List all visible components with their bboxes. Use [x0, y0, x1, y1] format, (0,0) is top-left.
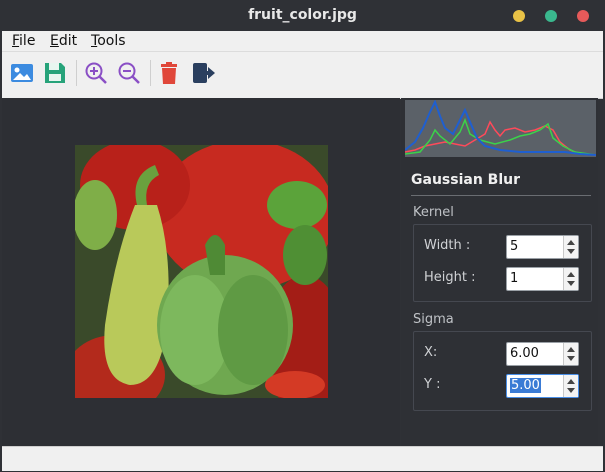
menu-file[interactable]: File: [12, 33, 35, 49]
minimize-button[interactable]: [513, 10, 525, 22]
save-button[interactable]: [42, 60, 68, 86]
kernel-height-spinbox[interactable]: 1: [506, 267, 579, 291]
delete-icon: [161, 62, 177, 84]
spin-down-icon[interactable]: [567, 388, 575, 393]
sigma-y-value: 5.00: [510, 378, 541, 393]
zoom-in-icon: [85, 62, 107, 84]
menu-bar: File Edit Tools: [2, 31, 603, 51]
peppers-photo: [75, 145, 328, 398]
spin-up-icon[interactable]: [567, 347, 575, 352]
menu-file-label: ile: [19, 33, 36, 49]
save-icon: [45, 63, 65, 83]
sigma-x-spinbox[interactable]: 6.00: [506, 342, 579, 366]
image-editor-window: fruit_color.jpg File Edit Tools Gaussian…: [0, 0, 605, 472]
maximize-button[interactable]: [545, 10, 557, 22]
close-button[interactable]: [577, 10, 589, 22]
menu-tools[interactable]: Tools: [91, 33, 126, 49]
sigma-x-value: 6.00: [510, 346, 539, 361]
spin-up-icon[interactable]: [567, 379, 575, 384]
open-image-button[interactable]: [9, 60, 35, 86]
spin-arrows[interactable]: [563, 375, 578, 397]
sigma-group: X: 6.00 Y : 5.00: [413, 331, 592, 411]
menu-edit-mnemonic: E: [50, 33, 59, 49]
image-viewport[interactable]: [2, 98, 400, 446]
filter-side-panel: Gaussian Blur Kernel Width : 5 Height : …: [401, 98, 598, 446]
sigma-y-label: Y :: [424, 377, 441, 392]
toolbar-separator: [76, 60, 77, 86]
spin-arrows[interactable]: [563, 236, 578, 258]
spin-down-icon[interactable]: [567, 281, 575, 286]
panel-divider: [411, 195, 591, 196]
spin-down-icon[interactable]: [567, 249, 575, 254]
kernel-height-value: 1: [510, 271, 519, 286]
kernel-width-label: Width :: [424, 238, 471, 253]
kernel-width-value: 5: [510, 239, 519, 254]
title-bar: fruit_color.jpg: [0, 0, 605, 31]
sigma-y-spinbox[interactable]: 5.00: [506, 374, 579, 398]
open-image-icon: [11, 64, 33, 82]
menu-edit-label: dit: [58, 33, 78, 49]
spin-down-icon[interactable]: [567, 356, 575, 361]
menu-edit[interactable]: Edit: [50, 33, 77, 49]
histogram-chart: [405, 100, 596, 157]
kernel-width-spinbox[interactable]: 5: [506, 235, 579, 259]
sigma-group-label: Sigma: [413, 312, 454, 327]
kernel-group-label: Kernel: [413, 205, 454, 220]
spin-up-icon[interactable]: [567, 272, 575, 277]
zoom-out-button[interactable]: [116, 60, 142, 86]
spin-up-icon[interactable]: [567, 240, 575, 245]
exit-button[interactable]: [190, 60, 216, 86]
kernel-height-label: Height :: [424, 270, 476, 285]
menu-tools-label: ools: [97, 33, 126, 49]
spin-arrows[interactable]: [563, 343, 578, 365]
delete-button[interactable]: [156, 60, 182, 86]
kernel-group: Width : 5 Height : 1: [413, 224, 592, 302]
exit-icon: [193, 63, 215, 83]
toolbar: [2, 51, 603, 99]
panel-title: Gaussian Blur: [411, 172, 520, 188]
toolbar-separator: [150, 60, 151, 86]
zoom-in-button[interactable]: [83, 60, 109, 86]
sigma-x-label: X:: [424, 345, 438, 360]
menu-file-mnemonic: F: [12, 33, 20, 49]
status-bar: [2, 446, 603, 471]
zoom-out-icon: [118, 62, 140, 84]
spin-arrows[interactable]: [563, 268, 578, 290]
